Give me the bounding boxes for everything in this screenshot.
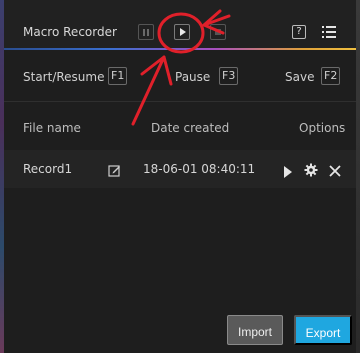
export-button[interactable]: Export: [294, 315, 352, 345]
header-options: Options: [299, 121, 346, 135]
pause-label: Pause: [175, 70, 211, 84]
play-icon: [180, 28, 186, 36]
import-button[interactable]: Import: [227, 315, 283, 345]
start-resume-label: Start/Resume: [23, 70, 105, 84]
pause-key[interactable]: F3: [219, 67, 239, 85]
hotkey-bar: Start/Resume F1 Pause F3 Save F2: [4, 50, 356, 100]
header-date-created: Date created: [151, 121, 230, 135]
play-button[interactable]: [174, 24, 190, 40]
header-file-name: File name: [23, 121, 81, 135]
pause-icon: [143, 28, 149, 36]
row-play-icon[interactable]: [283, 163, 293, 182]
close-icon[interactable]: [329, 162, 341, 181]
pause-button[interactable]: [138, 24, 154, 40]
record-date: 18-06-01 08:40:11: [143, 162, 256, 176]
help-button[interactable]: ?: [292, 25, 306, 39]
title-bar: Macro Recorder ?: [4, 0, 356, 48]
app-title: Macro Recorder: [23, 25, 117, 39]
stop-icon: [215, 29, 221, 35]
start-resume-key[interactable]: F1: [108, 67, 128, 85]
divider: [4, 101, 356, 102]
table-row[interactable]: Record1 18-06-01 08:40:11: [4, 150, 356, 188]
stop-button[interactable]: [210, 24, 226, 40]
edit-icon[interactable]: [108, 162, 121, 181]
save-key[interactable]: F2: [321, 67, 341, 85]
record-name: Record1: [23, 162, 73, 176]
gear-icon[interactable]: [304, 162, 318, 181]
right-border-strip: [356, 0, 360, 353]
list-menu-icon[interactable]: [322, 26, 336, 38]
save-label: Save: [285, 70, 315, 84]
